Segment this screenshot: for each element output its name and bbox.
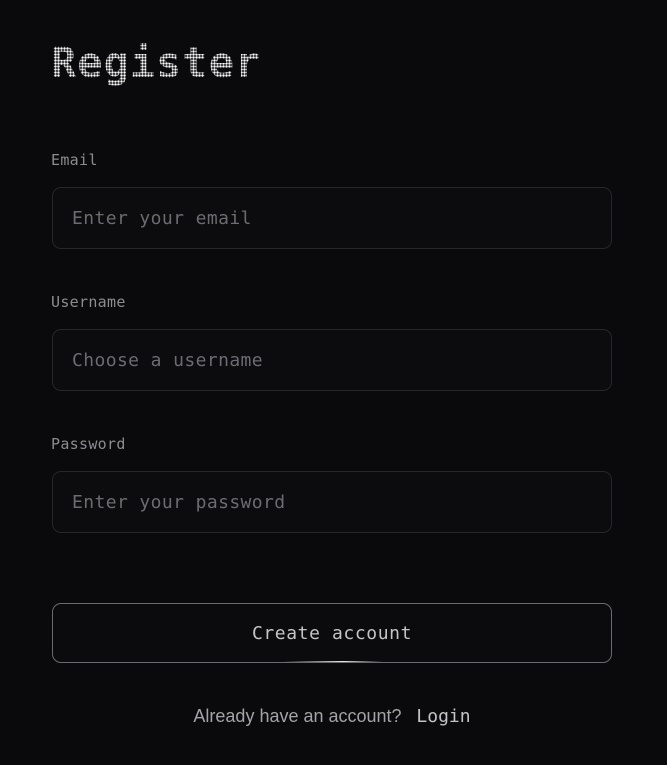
login-prompt-text: Already have an account? <box>193 706 402 726</box>
username-label: Username <box>51 293 126 311</box>
password-field[interactable] <box>52 471 612 533</box>
username-field[interactable] <box>52 329 612 391</box>
register-page: Register Email Username Password Create … <box>0 0 667 765</box>
login-link[interactable]: Login <box>416 706 470 727</box>
create-account-label: Create account <box>251 622 413 644</box>
email-field[interactable] <box>52 187 612 249</box>
email-label: Email <box>51 151 98 169</box>
button-border-glow <box>283 661 383 662</box>
login-prompt: Already have an account? Login <box>0 704 664 729</box>
page-title: Register <box>51 38 262 87</box>
password-label: Password <box>51 435 126 453</box>
button-border-highlight <box>303 603 483 604</box>
create-account-button[interactable]: Create account <box>52 603 612 663</box>
